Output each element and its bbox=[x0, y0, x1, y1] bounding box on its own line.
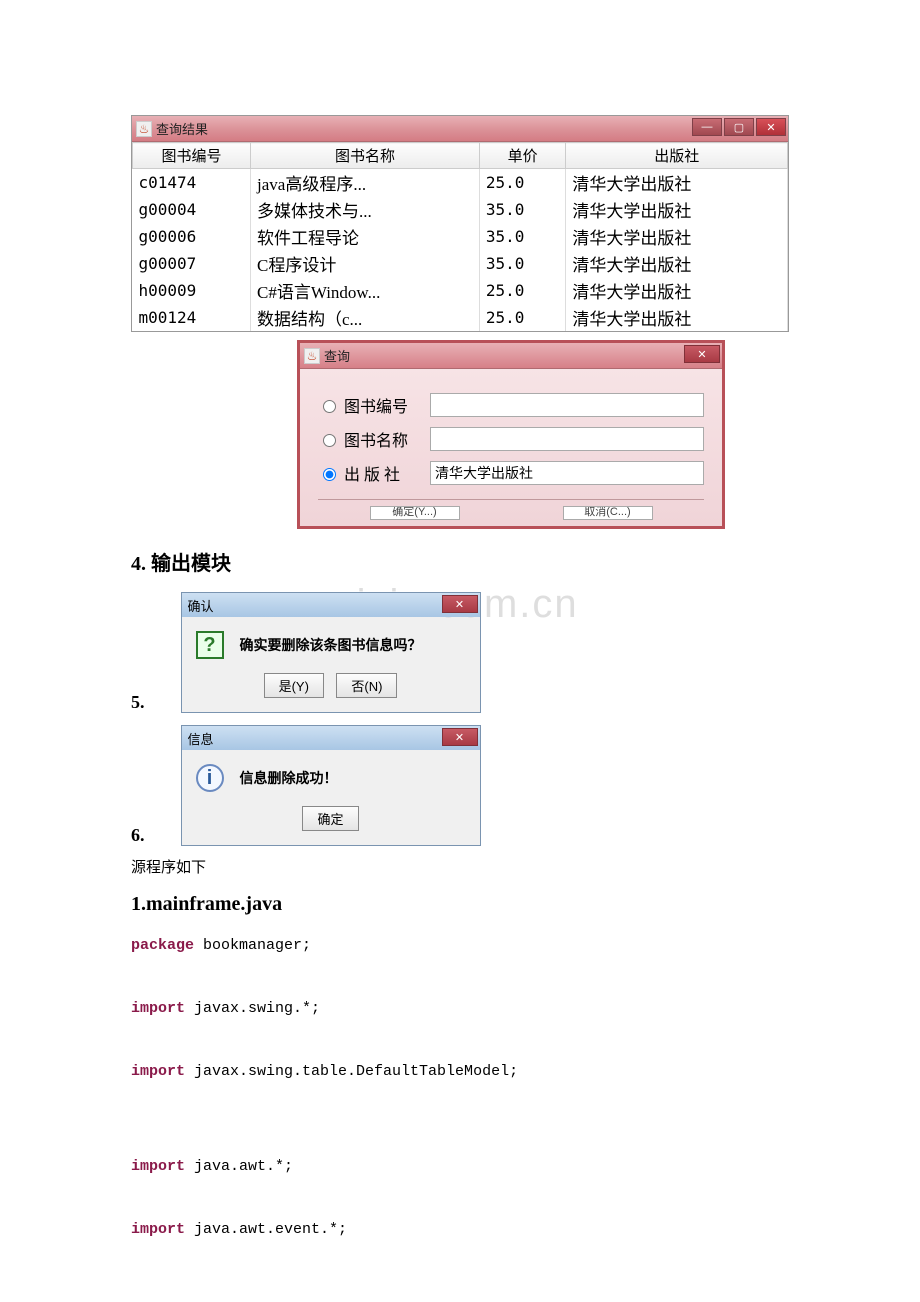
radio-book-name-input[interactable] bbox=[323, 434, 336, 447]
table-row[interactable]: g00007 C程序设计 35.0 清华大学出版社 bbox=[133, 250, 788, 277]
cell-name: 软件工程导论 bbox=[251, 223, 480, 250]
question-icon: ? bbox=[196, 631, 224, 659]
query-dialog: ♨ 查询 ✕ 图书编号 图书名称 bbox=[297, 340, 725, 529]
close-button[interactable]: ✕ bbox=[442, 728, 478, 746]
cell-name: java高级程序... bbox=[251, 169, 480, 197]
cell-publisher: 清华大学出版社 bbox=[566, 250, 788, 277]
cell-id: m00124 bbox=[133, 304, 251, 331]
cell-publisher: 清华大学出版社 bbox=[566, 169, 788, 197]
radio-book-id[interactable]: 图书编号 bbox=[318, 393, 430, 417]
no-button[interactable]: 否(N) bbox=[336, 673, 397, 698]
confirm-message: 确实要删除该条图书信息吗？ bbox=[240, 635, 422, 655]
cell-price: 25.0 bbox=[479, 169, 566, 197]
cell-name: C#语言Window... bbox=[251, 277, 480, 304]
book-id-field[interactable] bbox=[430, 393, 704, 417]
cell-publisher: 清华大学出版社 bbox=[566, 304, 788, 331]
java-icon: ♨ bbox=[304, 348, 320, 364]
publisher-field[interactable] bbox=[430, 461, 704, 485]
cell-name: 多媒体技术与... bbox=[251, 196, 480, 223]
radio-book-name-label: 图书名称 bbox=[344, 427, 408, 451]
cell-price: 25.0 bbox=[479, 304, 566, 331]
confirm-title: 确认 bbox=[188, 596, 214, 615]
cell-price: 25.0 bbox=[479, 277, 566, 304]
info-message: 信息删除成功！ bbox=[240, 768, 338, 788]
source-note: 源程序如下 bbox=[131, 856, 789, 877]
table-row[interactable]: h00009 C#语言Window... 25.0 清华大学出版社 bbox=[133, 277, 788, 304]
info-titlebar[interactable]: 信息 ✕ bbox=[182, 726, 480, 750]
results-table: 图书编号 图书名称 单价 出版社 c01474 java高级程序... 25.0… bbox=[132, 142, 788, 331]
col-book-name[interactable]: 图书名称 bbox=[251, 143, 480, 169]
book-name-field[interactable] bbox=[430, 427, 704, 451]
radio-book-id-label: 图书编号 bbox=[344, 393, 408, 417]
confirm-dialog: 确认 ✕ ? 确实要删除该条图书信息吗？ 是(Y) 否(N) bbox=[181, 592, 481, 713]
code-block: package bookmanager; import javax.swing.… bbox=[131, 930, 789, 1245]
query-titlebar[interactable]: ♨ 查询 ✕ bbox=[300, 343, 722, 369]
close-button[interactable]: ✕ bbox=[756, 118, 786, 136]
cell-id: c01474 bbox=[133, 169, 251, 197]
java-icon: ♨ bbox=[136, 121, 152, 137]
radio-book-name[interactable]: 图书名称 bbox=[318, 427, 430, 451]
maximize-button[interactable]: ▢ bbox=[724, 118, 754, 136]
cell-id: h00009 bbox=[133, 277, 251, 304]
yes-button[interactable]: 是(Y) bbox=[264, 673, 324, 698]
col-publisher[interactable]: 出版社 bbox=[566, 143, 788, 169]
cell-publisher: 清华大学出版社 bbox=[566, 277, 788, 304]
col-book-id[interactable]: 图书编号 bbox=[133, 143, 251, 169]
table-row[interactable]: m00124 数据结构（c... 25.0 清华大学出版社 bbox=[133, 304, 788, 331]
ok-button-partial[interactable]: 确定(Y...) bbox=[370, 506, 460, 520]
cell-price: 35.0 bbox=[479, 196, 566, 223]
table-row[interactable]: g00004 多媒体技术与... 35.0 清华大学出版社 bbox=[133, 196, 788, 223]
section-4-heading: 4. 输出模块 bbox=[131, 547, 789, 576]
confirm-titlebar[interactable]: 确认 ✕ bbox=[182, 593, 480, 617]
radio-publisher-input[interactable] bbox=[323, 468, 336, 481]
info-icon: i bbox=[196, 764, 224, 792]
table-row[interactable]: c01474 java高级程序... 25.0 清华大学出版社 bbox=[133, 169, 788, 197]
cancel-button-partial[interactable]: 取消(C...) bbox=[563, 506, 653, 520]
close-button[interactable]: ✕ bbox=[684, 345, 720, 363]
results-titlebar[interactable]: ♨ 查询结果 — ▢ ✕ bbox=[132, 116, 788, 142]
query-title: 查询 bbox=[324, 346, 350, 365]
list-number-6: 6. bbox=[131, 825, 145, 846]
cell-publisher: 清华大学出版社 bbox=[566, 223, 788, 250]
radio-publisher-label: 出 版 社 bbox=[344, 461, 400, 485]
file-heading: 1.mainframe.java bbox=[131, 893, 789, 916]
ok-button[interactable]: 确定 bbox=[302, 806, 358, 831]
cell-name: C程序设计 bbox=[251, 250, 480, 277]
results-window: ♨ 查询结果 — ▢ ✕ 图书编号 图书名称 单价 出版社 c01474 j bbox=[131, 115, 789, 332]
cell-publisher: 清华大学出版社 bbox=[566, 196, 788, 223]
list-number-5: 5. bbox=[131, 692, 145, 713]
cell-price: 35.0 bbox=[479, 250, 566, 277]
results-title: 查询结果 bbox=[156, 119, 208, 138]
radio-book-id-input[interactable] bbox=[323, 400, 336, 413]
table-row[interactable]: g00006 软件工程导论 35.0 清华大学出版社 bbox=[133, 223, 788, 250]
radio-publisher[interactable]: 出 版 社 bbox=[318, 461, 430, 485]
info-title: 信息 bbox=[188, 729, 214, 748]
cell-id: g00004 bbox=[133, 196, 251, 223]
col-price[interactable]: 单价 bbox=[479, 143, 566, 169]
cell-name: 数据结构（c... bbox=[251, 304, 480, 331]
cell-id: g00006 bbox=[133, 223, 251, 250]
close-button[interactable]: ✕ bbox=[442, 595, 478, 613]
info-dialog: 信息 ✕ i 信息删除成功！ 确定 bbox=[181, 725, 481, 846]
cell-id: g00007 bbox=[133, 250, 251, 277]
cell-price: 35.0 bbox=[479, 223, 566, 250]
minimize-button[interactable]: — bbox=[692, 118, 722, 136]
